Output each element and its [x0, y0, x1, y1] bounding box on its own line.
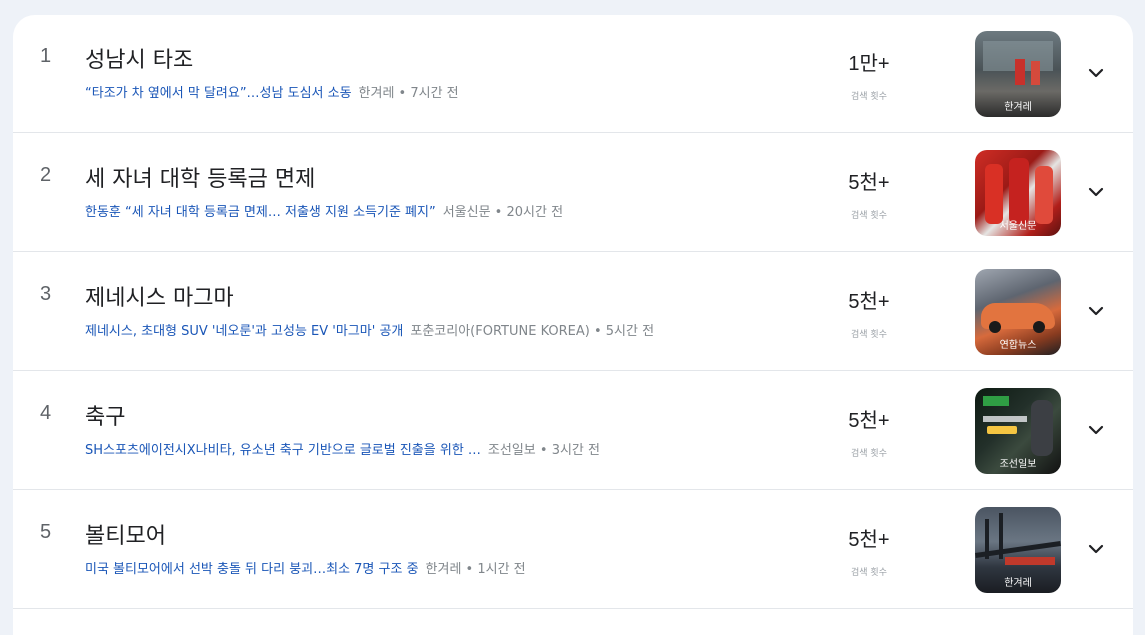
search-volume-label: 검색 횟수	[851, 92, 887, 102]
trend-row[interactable]: 1 성남시 타조 “타조가 차 옆에서 막 달려요”…성남 도심서 소동 한겨레 …	[13, 15, 1133, 133]
thumbnail-source-label: 연합뉴스	[999, 340, 1037, 351]
thumbnail-source-label: 서울신문	[999, 221, 1037, 232]
chevron-down-icon[interactable]	[1086, 301, 1106, 321]
rank-number: 2	[40, 164, 52, 186]
trend-title[interactable]: 성남시 타조	[85, 42, 193, 74]
news-line: SH스포츠에이전시X나비타, 유소년 축구 기반으로 글로벌 진출을 위한 … 조…	[85, 439, 600, 458]
thumbnail-source-label: 한겨레	[1004, 578, 1032, 589]
news-source-time: 포춘코리아(FORTUNE KOREA) • 5시간 전	[410, 324, 655, 339]
thumbnail-source-label: 조선일보	[999, 459, 1037, 470]
chevron-down-icon[interactable]	[1086, 539, 1106, 559]
news-headline-link[interactable]: “타조가 차 옆에서 막 달려요”…성남 도심서 소동	[85, 86, 352, 101]
news-thumbnail[interactable]: 한겨레	[975, 507, 1061, 593]
search-volume: 1만+	[848, 53, 890, 75]
search-volume-label: 검색 횟수	[851, 449, 887, 459]
news-thumbnail[interactable]: 조선일보	[975, 388, 1061, 474]
rank-number: 3	[40, 283, 52, 305]
search-volume: 5천+	[848, 529, 890, 551]
news-source-time: 조선일보 • 3시간 전	[487, 443, 600, 458]
news-line: 미국 볼티모어에서 선박 충돌 뒤 다리 붕괴…최소 7명 구조 중 한겨레 • …	[85, 558, 526, 577]
trend-row[interactable]: 4 축구 SH스포츠에이전시X나비타, 유소년 축구 기반으로 글로벌 진출을 …	[13, 372, 1133, 490]
trending-list: 1 성남시 타조 “타조가 차 옆에서 막 달려요”…성남 도심서 소동 한겨레 …	[13, 15, 1133, 635]
news-line: 제네시스, 초대형 SUV '네오룬'과 고성능 EV '마그마' 공개 포춘코리…	[85, 320, 654, 339]
news-source-time: 한겨레 • 7시간 전	[358, 86, 459, 101]
news-source-time: 한겨레 • 1시간 전	[425, 562, 526, 577]
news-line: 한동훈 “세 자녀 대학 등록금 면제… 저출생 지원 소득기준 폐지” 서울신문…	[85, 201, 563, 220]
trend-title[interactable]: 볼티모어	[85, 518, 166, 550]
news-thumbnail[interactable]: 연합뉴스	[975, 269, 1061, 355]
thumbnail-source-label: 한겨레	[1004, 102, 1032, 113]
news-headline-link[interactable]: 제네시스, 초대형 SUV '네오룬'과 고성능 EV '마그마' 공개	[85, 324, 403, 339]
trend-title[interactable]: 축구	[85, 399, 125, 431]
rank-number: 5	[40, 521, 52, 543]
search-volume-label: 검색 횟수	[851, 330, 887, 340]
search-volume: 5천+	[848, 291, 890, 313]
chevron-down-icon[interactable]	[1086, 182, 1106, 202]
trend-title[interactable]: 세 자녀 대학 등록금 면제	[85, 161, 315, 193]
trend-row[interactable]: 2 세 자녀 대학 등록금 면제 한동훈 “세 자녀 대학 등록금 면제… 저출…	[13, 134, 1133, 252]
rank-number: 4	[40, 402, 52, 424]
search-volume-label: 검색 횟수	[851, 211, 887, 221]
news-thumbnail[interactable]: 서울신문	[975, 150, 1061, 236]
trend-title[interactable]: 제네시스 마그마	[85, 280, 234, 312]
trend-row[interactable]: 5 볼티모어 미국 볼티모어에서 선박 충돌 뒤 다리 붕괴…최소 7명 구조 …	[13, 491, 1133, 609]
rank-number: 1	[40, 45, 52, 67]
chevron-down-icon[interactable]	[1086, 420, 1106, 440]
news-headline-link[interactable]: 한동훈 “세 자녀 대학 등록금 면제… 저출생 지원 소득기준 폐지”	[85, 205, 436, 220]
news-source-time: 서울신문 • 20시간 전	[442, 205, 564, 220]
chevron-down-icon[interactable]	[1086, 63, 1106, 83]
news-line: “타조가 차 옆에서 막 달려요”…성남 도심서 소동 한겨레 • 7시간 전	[85, 82, 459, 101]
news-headline-link[interactable]: SH스포츠에이전시X나비타, 유소년 축구 기반으로 글로벌 진출을 위한 …	[85, 443, 481, 458]
search-volume: 5천+	[848, 410, 890, 432]
search-volume: 5천+	[848, 172, 890, 194]
news-thumbnail[interactable]: 한겨레	[975, 31, 1061, 117]
news-headline-link[interactable]: 미국 볼티모어에서 선박 충돌 뒤 다리 붕괴…최소 7명 구조 중	[85, 562, 419, 577]
trend-row[interactable]: 3 제네시스 마그마 제네시스, 초대형 SUV '네오룬'과 고성능 EV '…	[13, 253, 1133, 371]
search-volume-label: 검색 횟수	[851, 568, 887, 578]
